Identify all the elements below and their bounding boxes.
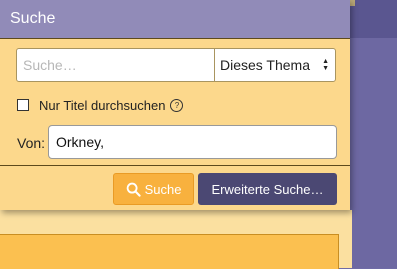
advanced-search-label: Erweiterte Suche… (211, 181, 324, 197)
search-input[interactable] (17, 49, 214, 81)
select-arrows-icon: ▲ ▼ (322, 58, 329, 72)
title-only-option: Nur Titel durchsuchen ? (17, 97, 184, 113)
title-only-checkbox[interactable] (17, 99, 29, 111)
background-content-box (0, 234, 339, 269)
scope-select[interactable]: Dieses Thema ▲ ▼ (214, 49, 335, 81)
search-icon (126, 182, 141, 197)
advanced-search-button[interactable]: Erweiterte Suche… (198, 173, 337, 205)
search-button[interactable]: Suche (113, 173, 194, 205)
popup-footer: Suche Erweiterte Suche… (0, 166, 350, 210)
from-label: Von: (17, 135, 46, 151)
title-only-label[interactable]: Nur Titel durchsuchen (39, 98, 165, 113)
popup-body: Dieses Thema ▲▼ Nur Titel durchsuchen ? … (0, 38, 350, 166)
background-page-right (350, 0, 397, 268)
scope-select-value: Dieses Thema (220, 57, 311, 73)
question-circle-icon[interactable]: ? (170, 98, 184, 112)
search-button-label: Suche (144, 181, 182, 197)
search-group: Dieses Thema ▲▼ (16, 48, 336, 82)
popup-title: Suche (0, 0, 350, 38)
search-popup: Suche Dieses Thema ▲▼ Nur Titel durchsuc… (0, 0, 350, 210)
from-input[interactable]: Orkney, (48, 125, 337, 159)
background-header-strip (350, 0, 397, 38)
